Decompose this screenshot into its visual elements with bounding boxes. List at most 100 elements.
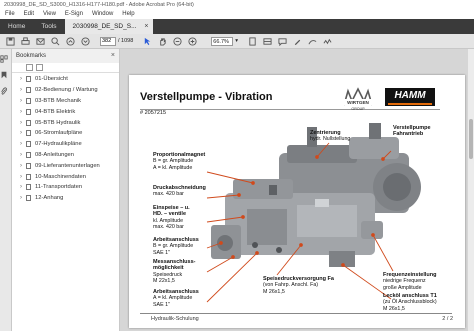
draw-icon[interactable] [306, 35, 318, 47]
label-line: B = gr. Amplitude [153, 243, 194, 250]
label-line: große Amplitude [383, 284, 422, 291]
bookmark-item[interactable]: › 01-Übersicht [12, 74, 119, 85]
label-arbeitsanschluss-b: Arbeitsanschluss B = gr. Amplitude SAE 1… [153, 237, 199, 256]
label-title-2: HD. – ventile [153, 211, 187, 218]
bookmark-label: 08-Anleitungen [35, 151, 74, 158]
label-einspeiseventile: Einspeise – u. HD. – ventile kl. Amplitu… [153, 205, 190, 230]
label-frequenzeinstellung: Frequenzeinstellung niedrige Frequenz gr… [383, 272, 436, 291]
menu-help[interactable]: Help [122, 10, 134, 19]
options-icon[interactable] [36, 64, 43, 71]
bookmark-page-icon [26, 162, 31, 169]
bookmark-item[interactable]: › 04-BTB Elektrik [12, 106, 119, 117]
bookmark-label: 06-Stromlaufpläne [35, 130, 83, 137]
bookmarks-panel: Bookmarks × › 01-Übersicht › 02-Bedienung … [12, 49, 120, 331]
menu-window[interactable]: Window [92, 10, 113, 19]
select-cursor-icon[interactable] [141, 35, 153, 47]
tab-tools[interactable]: Tools [33, 19, 64, 34]
bookmark-item[interactable]: › 09-Lieferantenunterlagen [12, 160, 119, 171]
label-title: Messanschluss- [153, 259, 196, 265]
label-title: Druckabschneidung [153, 185, 206, 191]
bookmark-label: 07-Hydraulikpläne [35, 141, 82, 148]
new-bookmark-icon[interactable] [26, 64, 33, 71]
previous-page-icon[interactable] [64, 35, 76, 47]
label-line: niedrige Frequenz [383, 278, 426, 285]
label-speisedruckversorgung: Speisedruckversorgung Fa (von Fahrp. Ans… [263, 276, 334, 295]
document-viewer[interactable]: Verstellpumpe - Vibration # 2057215 WIRT… [120, 49, 474, 331]
label-line: max. 420 bar [153, 223, 184, 230]
menu-view[interactable]: View [43, 10, 56, 19]
bookmark-label: 12-Anhang [35, 195, 64, 202]
bookmark-page-icon [26, 87, 31, 94]
bookmarks-title: Bookmarks [16, 53, 47, 59]
label-line: (von Fahrp. Anschl. Fa) [263, 282, 319, 289]
bookmark-page-icon [26, 119, 31, 126]
label-line: kl. Amplitude [153, 217, 184, 224]
label-line: (zu Öl Anschlussblock) [383, 299, 437, 306]
comment-icon[interactable] [276, 35, 288, 47]
bookmark-label: 09-Lieferantenunterlagen [35, 162, 100, 169]
pdf-page: Verstellpumpe - Vibration # 2057215 WIRT… [129, 75, 465, 328]
attachment-icon[interactable] [0, 87, 8, 95]
page-navigator: / 1098 [100, 36, 133, 46]
next-page-icon[interactable] [79, 35, 91, 47]
bookmark-page-icon [26, 108, 31, 115]
bookmark-page-icon [26, 173, 31, 180]
label-title: Frequenzeinstellung [383, 272, 437, 278]
footer-rule [140, 313, 452, 314]
label-line: max. 420 bar [153, 191, 184, 198]
sign-icon[interactable] [321, 35, 333, 47]
save-icon[interactable] [4, 35, 16, 47]
bookmark-item[interactable]: › 11-Transportdaten [12, 182, 119, 193]
label-verstellpumpe: Verstellpumpe Fahrantrieb [393, 125, 431, 138]
bookmark-item[interactable]: › 02-Bedienung / Wartung [12, 85, 119, 96]
window-title: 2030998_DE_SD_S3000_H1316-H177-H180.pdf … [0, 0, 474, 10]
highlight-icon[interactable] [291, 35, 303, 47]
bookmark-icon[interactable] [0, 71, 8, 79]
bookmark-label: 04-BTB Elektrik [35, 108, 76, 115]
bookmark-list: › 01-Übersicht › 02-Bedienung / Wartung › 0… [12, 73, 119, 204]
bookmark-page-icon [26, 141, 31, 148]
menu-esign[interactable]: E-Sign [65, 10, 83, 19]
bookmark-label: 05-BTB Hydraulik [35, 119, 81, 126]
scrollbar-thumb[interactable] [469, 119, 473, 159]
label-line: A = kl. Amplitude [153, 164, 193, 171]
bookmark-item[interactable]: › 12-Anhang [12, 193, 119, 204]
label-arbeitsanschluss-a: Arbeitsanschluss A = kl. Amplitude SAE 1… [153, 289, 199, 308]
bookmark-item[interactable]: › 08-Anleitungen [12, 150, 119, 161]
tab-document[interactable]: 2030998_DE_SD_S... × [64, 19, 153, 34]
scroll-mode-icon[interactable] [261, 35, 273, 47]
label-title: Arbeitsanschluss [153, 237, 199, 243]
zoom-in-icon[interactable] [186, 35, 198, 47]
bookmark-item[interactable]: › 06-Stromlaufpläne [12, 128, 119, 139]
bookmark-item[interactable]: › 05-BTB Hydraulik [12, 117, 119, 128]
bookmark-label: 01-Übersicht [35, 76, 68, 83]
page-thumbnails-icon[interactable] [0, 55, 8, 63]
fit-page-icon[interactable] [246, 35, 258, 47]
chevron-down-icon[interactable]: ▾ [235, 38, 238, 44]
bookmark-item[interactable]: › 10-Maschinendaten [12, 171, 119, 182]
close-tab-icon[interactable]: × [144, 19, 148, 34]
email-icon[interactable] [34, 35, 46, 47]
hand-tool-icon[interactable] [156, 35, 168, 47]
bookmark-page-icon [26, 195, 31, 202]
close-panel-icon[interactable]: × [111, 49, 115, 63]
bookmark-item[interactable]: › 03-BTB Mechanik [12, 96, 119, 107]
menu-file[interactable]: File [5, 10, 15, 19]
tab-document-label: 2030998_DE_SD_S... [72, 23, 137, 30]
label-line: Fahrantrieb [393, 131, 424, 138]
bookmark-label: 10-Maschinendaten [35, 173, 86, 180]
menu-edit[interactable]: Edit [24, 10, 34, 19]
label-line: hydr. Nullstellung [310, 136, 351, 143]
label-druckabschneidung: Druckabschneidung max. 420 bar [153, 185, 206, 198]
label-title: Zentrierung [310, 130, 341, 136]
bookmark-item[interactable]: › 07-Hydraulikpläne [12, 139, 119, 150]
search-icon[interactable] [49, 35, 61, 47]
vertical-scrollbar[interactable] [468, 49, 474, 331]
print-icon[interactable] [19, 35, 31, 47]
bookmarks-toolbar [12, 63, 119, 73]
zoom-value[interactable]: 66.7% [211, 36, 234, 46]
page-number-input[interactable] [100, 36, 116, 46]
zoom-out-icon[interactable] [171, 35, 183, 47]
label-messanschluss: Messanschluss- möglichkeit Speisedruck M… [153, 259, 196, 284]
tab-home[interactable]: Home [0, 19, 33, 34]
